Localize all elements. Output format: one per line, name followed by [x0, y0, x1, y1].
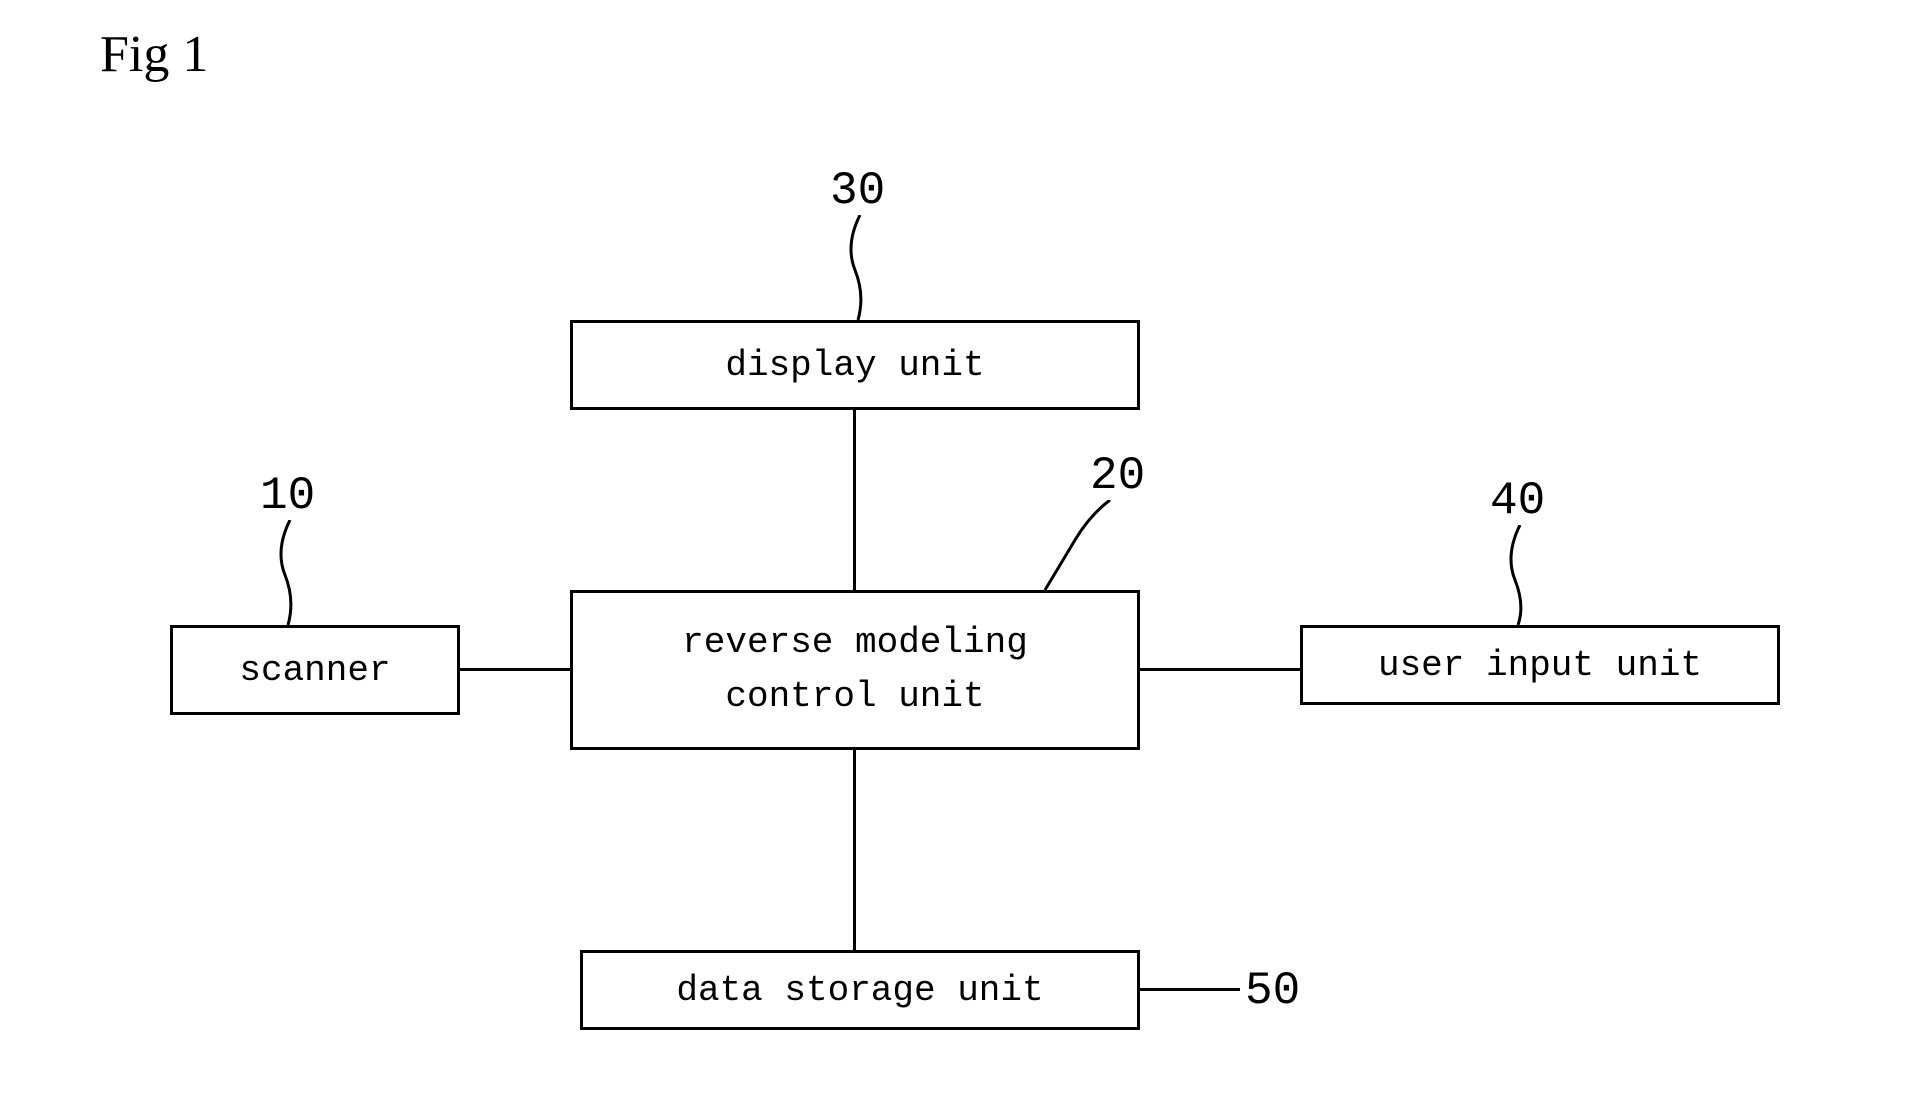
connector-scanner-control: [460, 668, 570, 671]
scanner-leader: [270, 520, 330, 625]
display-unit-box: display unit: [570, 320, 1140, 410]
user-input-leader: [1500, 525, 1560, 625]
display-unit-leader: [840, 215, 900, 320]
user-input-ref: 40: [1490, 475, 1545, 527]
figure-label: Fig 1: [100, 25, 208, 84]
storage-unit-ref: 50: [1245, 965, 1300, 1017]
connector-display-control: [853, 410, 856, 590]
storage-unit-leader: [1140, 988, 1240, 991]
scanner-ref: 10: [260, 470, 315, 522]
display-unit-label: display unit: [725, 345, 984, 386]
control-unit-ref: 20: [1090, 450, 1145, 502]
connector-control-storage: [853, 750, 856, 950]
storage-unit-label: data storage unit: [676, 970, 1043, 1011]
scanner-box: scanner: [170, 625, 460, 715]
user-input-box: user input unit: [1300, 625, 1780, 705]
display-unit-ref: 30: [830, 165, 885, 217]
control-unit-label: reverse modeling control unit: [682, 616, 1028, 724]
storage-unit-box: data storage unit: [580, 950, 1140, 1030]
control-unit-box: reverse modeling control unit: [570, 590, 1140, 750]
user-input-label: user input unit: [1378, 645, 1702, 686]
control-unit-leader: [1035, 500, 1125, 595]
connector-control-userinput: [1140, 668, 1300, 671]
scanner-label: scanner: [239, 650, 390, 691]
